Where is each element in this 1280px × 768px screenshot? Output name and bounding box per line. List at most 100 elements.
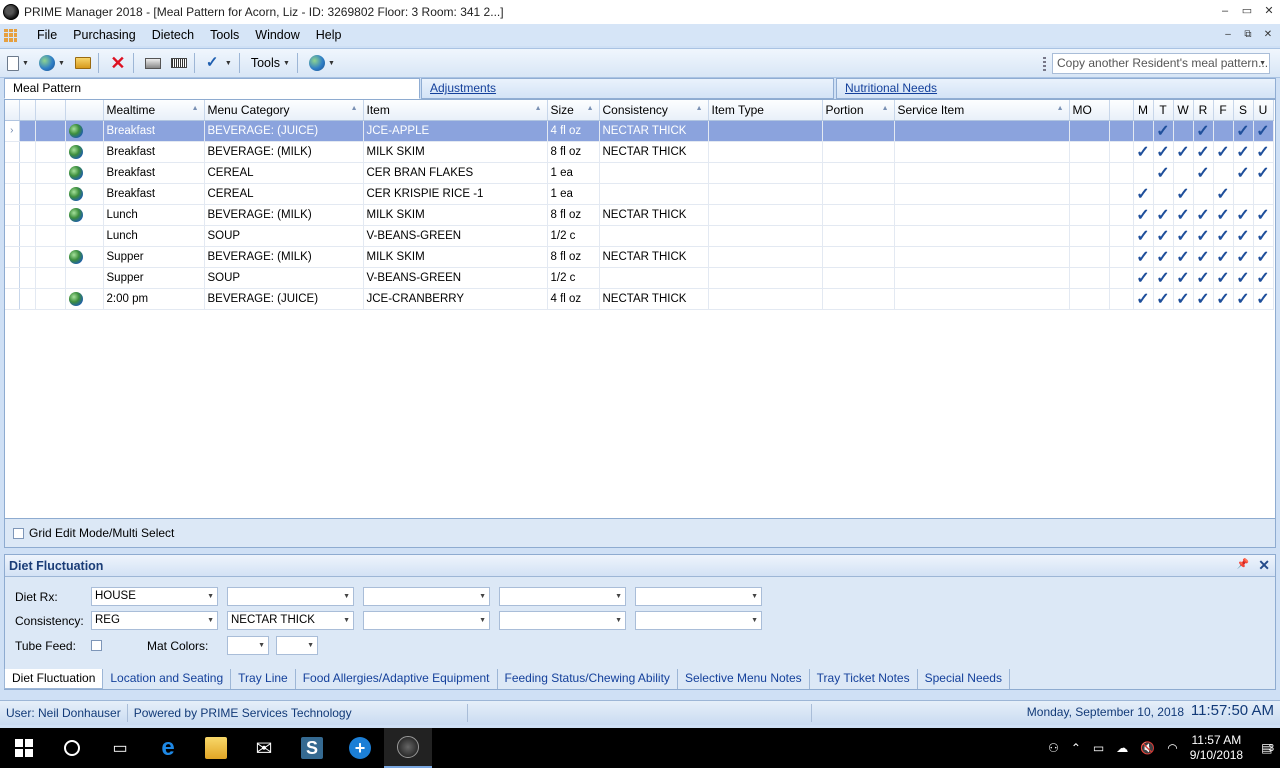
cell-item-type[interactable] <box>708 225 823 247</box>
day-checkbox-f[interactable]: ✓ <box>1213 267 1234 289</box>
wifi-icon[interactable]: ◠ <box>1167 741 1177 755</box>
cell-item[interactable]: MILK SKIM <box>363 203 548 226</box>
column-header-day-r[interactable]: R <box>1193 100 1214 121</box>
volume-icon[interactable]: 🔇 <box>1140 741 1155 755</box>
day-checkbox-m[interactable]: ✓ <box>1133 287 1154 310</box>
cell-portion[interactable] <box>822 287 895 310</box>
day-checkbox-u[interactable] <box>1253 183 1274 205</box>
cell-mealtime[interactable]: Breakfast <box>103 141 205 163</box>
day-checkbox-f[interactable]: ✓ <box>1213 183 1234 205</box>
maximize-button[interactable]: ▭ <box>1236 0 1258 24</box>
cell-mo[interactable] <box>1069 267 1110 289</box>
cell-size[interactable]: 4 fl oz <box>547 287 600 310</box>
cell-mo[interactable] <box>1069 203 1110 226</box>
day-checkbox-r[interactable]: ✓ <box>1193 120 1214 142</box>
tab-tray-ticket-notes[interactable]: Tray Ticket Notes <box>809 669 918 689</box>
cell-item[interactable]: JCE-CRANBERRY <box>363 287 548 310</box>
cell-item-type[interactable] <box>708 183 823 205</box>
cell-mo[interactable] <box>1069 225 1110 247</box>
day-checkbox-t[interactable]: ✓ <box>1153 141 1174 163</box>
cell-service-item[interactable] <box>894 225 1070 247</box>
day-checkbox-u[interactable]: ✓ <box>1253 225 1274 247</box>
column-header-day-s[interactable]: S <box>1233 100 1254 121</box>
tab-meal-pattern[interactable]: Meal Pattern <box>4 78 420 99</box>
row-selector[interactable] <box>5 141 20 163</box>
diet-rx-select-3[interactable]: ▼ <box>363 587 490 606</box>
diet-rx-select-2[interactable]: ▼ <box>227 587 354 606</box>
day-checkbox-r[interactable] <box>1193 183 1214 205</box>
cell-portion[interactable] <box>822 183 895 205</box>
print-button[interactable] <box>142 52 164 74</box>
cell-service-item[interactable] <box>894 120 1070 142</box>
pin-icon[interactable]: 📌 <box>1237 559 1249 570</box>
day-checkbox-w[interactable]: ✓ <box>1173 183 1194 205</box>
day-checkbox-m[interactable]: ✓ <box>1133 203 1154 226</box>
delete-button[interactable]: ✕ <box>107 52 129 74</box>
day-checkbox-f[interactable]: ✓ <box>1213 141 1234 163</box>
show-hidden-icons-icon[interactable]: ⌃ <box>1071 741 1081 755</box>
cell-portion[interactable] <box>822 225 895 247</box>
cell-service-item[interactable] <box>894 183 1070 205</box>
cell-item[interactable]: MILK SKIM <box>363 245 548 268</box>
open-button[interactable] <box>72 52 94 74</box>
cell-portion[interactable] <box>822 245 895 268</box>
day-checkbox-f[interactable]: ✓ <box>1213 225 1234 247</box>
cell-item-type[interactable] <box>708 162 823 184</box>
cell-item-type[interactable] <box>708 245 823 268</box>
mdi-restore-button[interactable]: ⧉ <box>1238 24 1258 46</box>
mdi-grid-icon[interactable] <box>4 28 17 42</box>
column-header-day-u[interactable]: U <box>1253 100 1274 121</box>
row-selector[interactable] <box>5 267 20 289</box>
column-header-item-type[interactable]: Item Type <box>708 100 823 121</box>
cell-item[interactable]: V-BEANS-GREEN <box>363 225 548 247</box>
tools-dropdown[interactable]: Tools ▼ <box>248 52 293 74</box>
cell-item[interactable]: V-BEANS-GREEN <box>363 267 548 289</box>
day-checkbox-t[interactable]: ✓ <box>1153 245 1174 268</box>
mat-color-select-2[interactable]: ▼ <box>276 636 318 655</box>
cell-mo[interactable] <box>1069 183 1110 205</box>
day-checkbox-u[interactable]: ✓ <box>1253 245 1274 268</box>
day-checkbox-w[interactable]: ✓ <box>1173 225 1194 247</box>
day-checkbox-s[interactable]: ✓ <box>1233 120 1254 142</box>
table-row[interactable]: Lunch BEVERAGE: (MILK) MILK SKIM 8 fl oz NEC… <box>5 203 1274 226</box>
cell-consistency[interactable]: NECTAR THICK <box>599 141 709 163</box>
menu-window[interactable]: Window <box>247 24 307 46</box>
cell-size[interactable]: 1 ea <box>547 162 600 184</box>
table-row[interactable]: Breakfast BEVERAGE: (MILK) MILK SKIM 8 fl o… <box>5 141 1274 163</box>
cell-service-item[interactable] <box>894 162 1070 184</box>
day-checkbox-f[interactable]: ✓ <box>1213 287 1234 310</box>
cell-menu-category[interactable]: SOUP <box>204 267 364 289</box>
diet-rx-select-5[interactable]: ▼ <box>635 587 762 606</box>
cell-item-type[interactable] <box>708 267 823 289</box>
refresh-button[interactable]: ▼ <box>306 52 338 74</box>
day-checkbox-w[interactable] <box>1173 120 1194 142</box>
grid-edit-mode-checkbox[interactable] <box>13 527 24 539</box>
tube-feed-checkbox[interactable] <box>91 640 102 651</box>
cell-consistency[interactable] <box>599 225 709 247</box>
app-s-button[interactable]: S <box>288 728 336 768</box>
column-header-portion[interactable]: Portion ▲ <box>822 100 895 121</box>
cell-service-item[interactable] <box>894 203 1070 226</box>
menu-tools[interactable]: Tools <box>202 24 247 46</box>
cell-consistency[interactable] <box>599 267 709 289</box>
day-checkbox-w[interactable]: ✓ <box>1173 287 1194 310</box>
mat-color-select-1[interactable]: ▼ <box>227 636 269 655</box>
cell-mealtime[interactable]: 2:00 pm <box>103 287 205 310</box>
cell-mo[interactable] <box>1069 287 1110 310</box>
cell-consistency[interactable]: NECTAR THICK <box>599 120 709 142</box>
cell-consistency[interactable]: NECTAR THICK <box>599 245 709 268</box>
day-checkbox-f[interactable] <box>1213 162 1234 184</box>
tab-adjustments[interactable]: Adjustments <box>421 78 834 99</box>
day-checkbox-m[interactable]: ✓ <box>1133 141 1154 163</box>
cell-mealtime[interactable]: Breakfast <box>103 120 205 142</box>
dropdown-arrow-icon[interactable]: ▼ <box>58 60 65 67</box>
day-checkbox-s[interactable]: ✓ <box>1233 225 1254 247</box>
cell-consistency[interactable]: NECTAR THICK <box>599 287 709 310</box>
toolbar-grip[interactable] <box>1043 57 1046 71</box>
day-checkbox-w[interactable]: ✓ <box>1173 267 1194 289</box>
day-checkbox-m[interactable] <box>1133 162 1154 184</box>
cell-portion[interactable] <box>822 162 895 184</box>
start-button[interactable] <box>0 728 48 768</box>
day-checkbox-t[interactable] <box>1153 183 1174 205</box>
meal-pattern-grid[interactable]: Mealtime ▲ Menu Category ▲ Item ▲ Size ▲ Con… <box>4 99 1276 519</box>
